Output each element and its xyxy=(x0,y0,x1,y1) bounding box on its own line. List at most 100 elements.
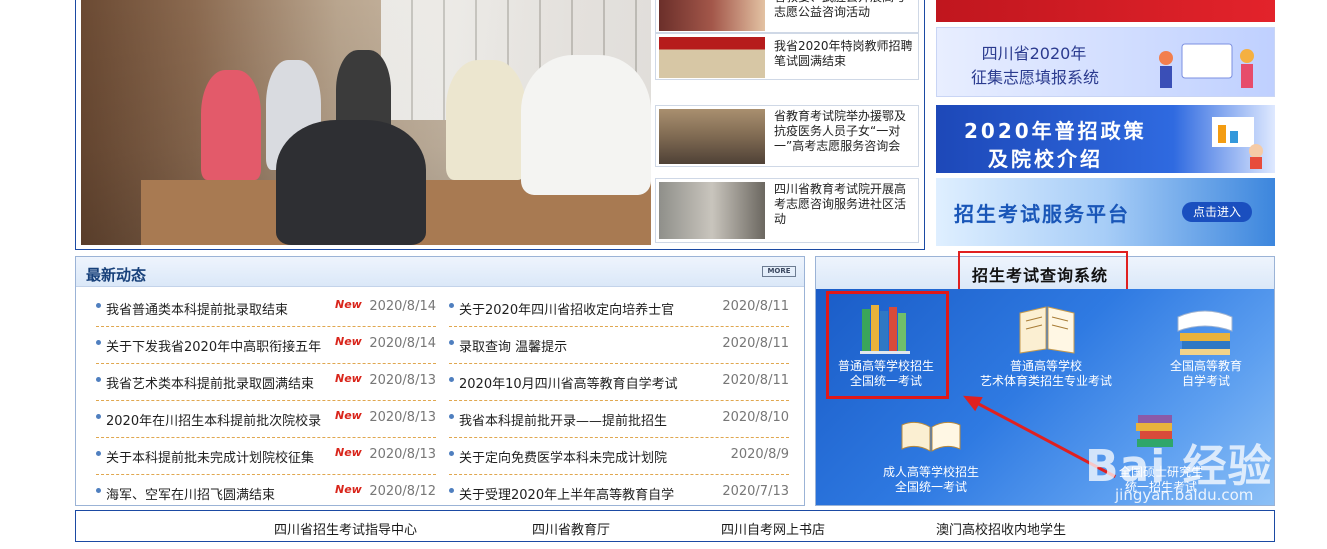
news-link[interactable]: 我省本科提前批开录——提前批招生 xyxy=(459,410,689,429)
news-link[interactable]: 我省普通类本科提前批录取结束 xyxy=(106,299,336,318)
footer-links: 四川省招生考试指导中心 四川省教育厅 四川自考网上书店 澳门高校招收内地学生 xyxy=(75,510,1275,542)
policy-banner[interactable]: 2020年普招政策 及院校介绍 xyxy=(936,105,1275,173)
news-link[interactable]: 关于下发我省2020年中高职衔接五年 xyxy=(106,336,336,355)
banner-text: 征集志愿填报系统 xyxy=(970,68,1099,87)
news-link[interactable]: 录取查询 温馨提示 xyxy=(459,336,689,355)
bullet-icon xyxy=(449,340,454,345)
enter-button[interactable]: 点击进入 xyxy=(1182,202,1252,222)
query-item-label: 艺术体育类招生专业考试 xyxy=(979,374,1112,388)
bullet-icon xyxy=(449,303,454,308)
new-badge: New xyxy=(335,372,362,385)
news-link[interactable]: 关于本科提前批未完成计划院校征集 xyxy=(106,447,336,466)
news-date: 2020/8/10 xyxy=(722,410,789,425)
query-item-label: 全国统一考试 xyxy=(894,480,967,494)
bullet-icon xyxy=(96,377,101,382)
bullet-icon xyxy=(96,488,101,493)
news-thumb-item[interactable]: 四川省教育考试院开展高考志愿咨询服务进社区活动 xyxy=(655,178,919,243)
banner-text: 四川省2020年 xyxy=(981,44,1087,63)
footer-link[interactable]: 四川自考网上书店 xyxy=(721,519,825,538)
news-date: 2020/8/13 xyxy=(369,447,436,462)
news-link[interactable]: 2020年10月四川省高等教育自学考试 xyxy=(459,373,689,392)
news-link[interactable]: 关于受理2020年上半年高等教育自学 xyxy=(459,484,689,503)
notebook-icon xyxy=(1019,306,1075,354)
baidu-watermark: Bai 经验 jingyan.baidu.com xyxy=(1085,430,1273,504)
new-badge: New xyxy=(335,335,362,348)
news-link[interactable]: 海军、空军在川招飞圆满结束 xyxy=(106,484,336,503)
footer-link[interactable]: 四川省教育厅 xyxy=(532,519,610,538)
news-thumbnail xyxy=(659,109,765,164)
watermark-url: jingyan.baidu.com xyxy=(1115,486,1254,504)
book-stack-icon xyxy=(1177,310,1233,355)
query-item-self-study[interactable]: 全国高等教育 自学考试 xyxy=(1146,359,1266,389)
query-item-label: 全国高等教育 xyxy=(1169,359,1242,373)
news-item[interactable]: 关于定向免费医学本科未完成计划院 2020/8/9 xyxy=(449,438,789,475)
news-column-right: 关于2020年四川省招收定向培养士官 2020/8/11 录取查询 温馨提示 202… xyxy=(449,290,789,512)
news-link[interactable]: 我省艺术类本科提前批录取圆满结束 xyxy=(106,373,336,392)
news-title: 最新动态 xyxy=(86,266,147,284)
bullet-icon xyxy=(449,377,454,382)
photo-person xyxy=(521,55,651,195)
photo-person xyxy=(201,70,261,180)
banner-text: 招生考试服务平台 xyxy=(954,202,1130,226)
news-thumbnail xyxy=(659,37,765,78)
news-item[interactable]: 我省艺术类本科提前批录取圆满结束 New 2020/8/13 xyxy=(96,364,436,401)
query-item-label: 普通高等学校 xyxy=(1009,359,1082,373)
news-item[interactable]: 2020年10月四川省高等教育自学考试 2020/8/11 xyxy=(449,364,789,401)
footer-link[interactable]: 澳门高校招收内地学生 xyxy=(936,519,1066,538)
query-item-adult[interactable]: 成人高等学校招生 全国统一考试 xyxy=(871,465,991,495)
bullet-icon xyxy=(449,451,454,456)
news-thumb-title[interactable]: 省教育考试院举办援鄂及抗疫医务人员子女“一对一”高考志愿服务咨询会 xyxy=(774,109,914,154)
query-item-art-sports[interactable]: 普通高等学校 艺术体育类招生专业考试 xyxy=(976,359,1116,389)
highlight-box xyxy=(826,291,949,399)
news-date: 2020/8/13 xyxy=(369,373,436,388)
news-date: 2020/8/13 xyxy=(369,410,436,425)
news-item[interactable]: 关于受理2020年上半年高等教育自学 2020/7/13 xyxy=(449,475,789,512)
news-thumb-title[interactable]: 四川省教育考试院开展高考志愿咨询服务进社区活动 xyxy=(774,182,914,227)
presentation-icon xyxy=(1212,117,1263,169)
new-badge: New xyxy=(335,483,362,496)
new-badge: New xyxy=(335,409,362,422)
news-date: 2020/8/11 xyxy=(722,373,789,388)
people-illustration-icon xyxy=(1159,43,1254,88)
news-item[interactable]: 录取查询 温馨提示 2020/8/11 xyxy=(449,327,789,364)
query-item-label: 成人高等学校招生 xyxy=(882,465,979,479)
news-date: 2020/8/14 xyxy=(369,336,436,351)
news-thumb-item[interactable]: 省教育考试院举办援鄂及抗疫医务人员子女“一对一”高考志愿服务咨询会 xyxy=(655,105,919,167)
open-book-icon xyxy=(901,421,961,452)
red-banner[interactable] xyxy=(936,0,1275,22)
news-item[interactable]: 2020年在川招生本科提前批次院校录 New 2020/8/13 xyxy=(96,401,436,438)
bullet-icon xyxy=(96,414,101,419)
news-item[interactable]: 关于本科提前批未完成计划院校征集 New 2020/8/13 xyxy=(96,438,436,475)
news-thumb-title[interactable]: 我省2020年特岗教师招聘笔试圆满结束 xyxy=(774,39,914,69)
news-thumbnail xyxy=(659,182,765,239)
featured-photo[interactable] xyxy=(81,0,651,245)
bullet-icon xyxy=(449,488,454,493)
banner-text: 及院校介绍 xyxy=(988,147,1103,171)
news-date: 2020/8/12 xyxy=(369,484,436,499)
news-thumb-item[interactable]: 省教委、武胜县开展高考志愿公益咨询活动 xyxy=(655,0,919,33)
news-link[interactable]: 关于2020年四川省招收定向培养士官 xyxy=(459,299,689,318)
bullet-icon xyxy=(96,340,101,345)
news-thumb-title[interactable]: 省教委、武胜县开展高考志愿公益咨询活动 xyxy=(774,0,914,20)
footer-link[interactable]: 四川省招生考试指导中心 xyxy=(274,519,417,538)
news-header: 最新动态 MORE xyxy=(76,257,804,287)
news-date: 2020/8/14 xyxy=(369,299,436,314)
news-item[interactable]: 我省普通类本科提前批录取结束 New 2020/8/14 xyxy=(96,290,436,327)
volunteer-system-banner[interactable]: 四川省2020年 征集志愿填报系统 xyxy=(936,27,1275,97)
news-item[interactable]: 我省本科提前批开录——提前批招生 2020/8/10 xyxy=(449,401,789,438)
watermark-logo: Bai 经验 xyxy=(1085,441,1273,492)
new-badge: New xyxy=(335,446,362,459)
news-item[interactable]: 海军、空军在川招飞圆满结束 New 2020/8/12 xyxy=(96,475,436,512)
news-link[interactable]: 2020年在川招生本科提前批次院校录 xyxy=(106,410,336,429)
news-item[interactable]: 关于2020年四川省招收定向培养士官 2020/8/11 xyxy=(449,290,789,327)
news-link[interactable]: 关于定向免费医学本科未完成计划院 xyxy=(459,447,689,466)
news-date: 2020/7/13 xyxy=(722,484,789,499)
more-button[interactable]: MORE xyxy=(762,266,796,277)
news-thumb-item[interactable]: 我省2020年特岗教师招聘笔试圆满结束 xyxy=(655,33,919,80)
service-platform-banner[interactable]: 招生考试服务平台 点击进入 xyxy=(936,178,1275,246)
new-badge: New xyxy=(335,298,362,311)
news-thumbnail xyxy=(659,0,765,31)
news-date: 2020/8/11 xyxy=(722,336,789,351)
bullet-icon xyxy=(96,303,101,308)
news-item[interactable]: 关于下发我省2020年中高职衔接五年 New 2020/8/14 xyxy=(96,327,436,364)
